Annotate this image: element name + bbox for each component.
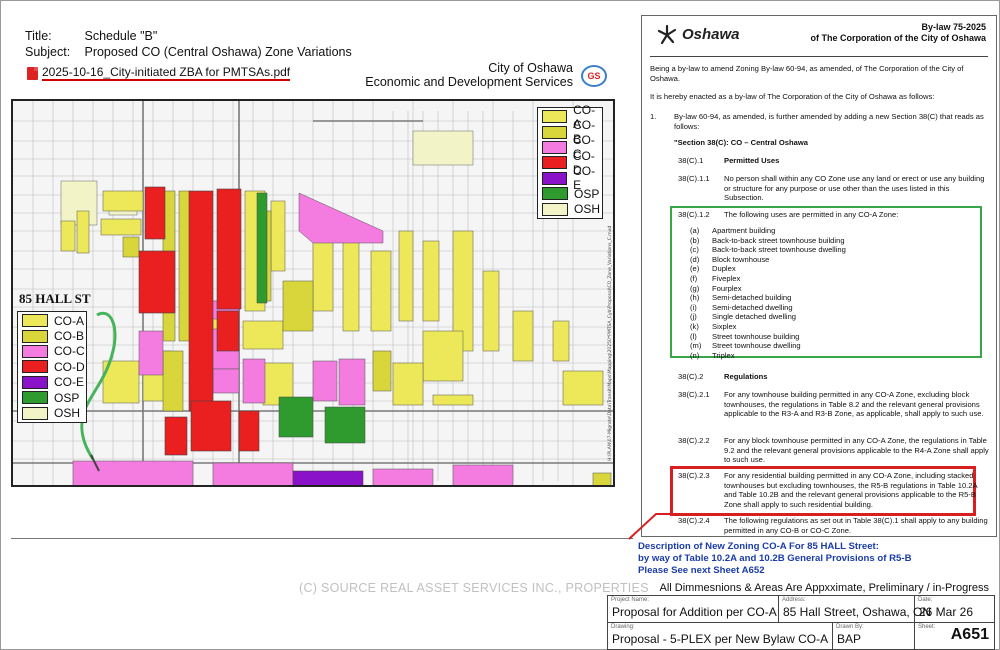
description-line: Please See next Sheet A652	[638, 565, 765, 577]
address: 85 Hall Street, Oshawa, ON	[783, 605, 932, 619]
project-name: Proposal for Addition per CO-A	[612, 605, 777, 619]
cell-label: Drawing:	[611, 624, 635, 630]
cell-label: Address:	[782, 597, 806, 603]
description-line: by way of Table 10.2A and 10.2B General …	[638, 553, 912, 565]
cell-label: Drawn By:	[836, 624, 864, 630]
date: 26 Mar 26	[919, 605, 974, 619]
cell-label: Project Name:	[611, 597, 650, 603]
title-block: Project Name: Proposal for Addition per …	[607, 595, 995, 650]
drawn-by: BAP	[837, 632, 862, 646]
drawing-sheet: Title: Schedule "B" Subject: Proposed CO…	[0, 0, 1000, 650]
description-line: Description of New Zoning CO-A For 85 HA…	[638, 541, 879, 552]
zoning-description-note: Description of New Zoning CO-A For 85 HA…	[638, 541, 912, 578]
drawing-title: Proposal - 5-PLEX per New Bylaw CO-A	[612, 632, 829, 646]
date-cell: Date: 26 Mar 26	[915, 596, 995, 623]
dimensions-disclaimer: All Dimmesnions & Areas Are Appxximate, …	[659, 582, 989, 594]
drawn-by-cell: Drawn By: BAP	[833, 623, 915, 650]
sheet-number: A651	[950, 626, 989, 643]
cell-label: Date:	[918, 597, 933, 603]
project-cell: Project Name: Proposal for Addition per …	[607, 596, 779, 623]
copyright-watermark: (C) SOURCE REAL ASSET SERVICES INC., PRO…	[299, 581, 649, 595]
cell-label: Sheet:	[918, 624, 936, 630]
address-cell: Address: 85 Hall Street, Oshawa, ON	[779, 596, 931, 623]
drawing-cell: Drawing: Proposal - 5-PLEX per New Bylaw…	[607, 623, 833, 650]
